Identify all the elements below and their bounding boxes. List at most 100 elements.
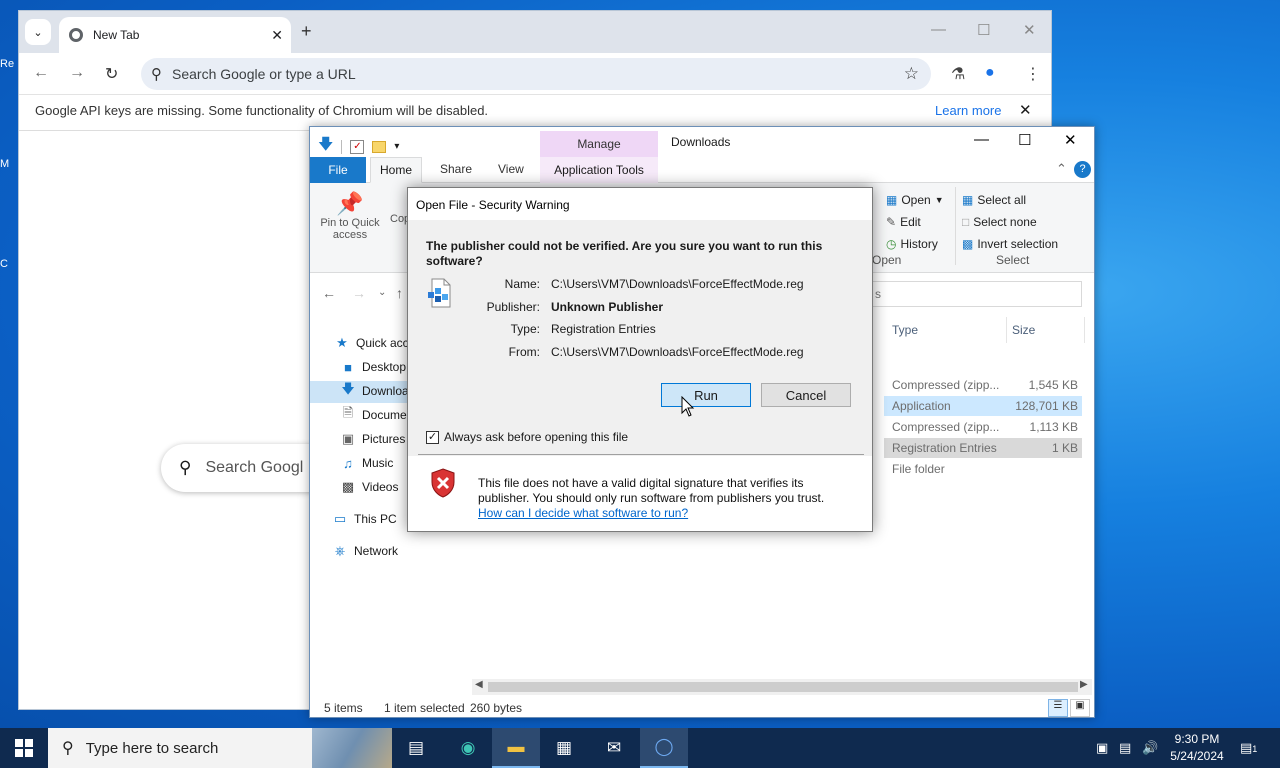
task-view-icon[interactable]: ▤ [392,728,440,768]
search-downloads-input[interactable]: s [870,281,1082,307]
bookmark-star-icon[interactable]: ☆ [904,64,919,84]
help-icon[interactable]: ? [1074,161,1091,178]
large-icons-view-icon[interactable]: ▣ [1070,699,1090,717]
pin-to-quick-access-button[interactable]: 📌 Pin to Quick access [318,191,382,241]
close-infobar-icon[interactable]: ✕ [1019,101,1032,119]
close-icon[interactable]: ✕ [1023,21,1036,39]
back-icon[interactable]: ← [322,285,336,301]
back-icon[interactable]: ← [33,64,49,82]
recent-locations-icon[interactable]: ⌄ [378,287,386,298]
desktop-icon-label[interactable]: Re [0,58,18,88]
volume-icon[interactable]: 🔊 [1142,740,1158,756]
column-divider[interactable] [1084,317,1085,343]
nav-this-pc[interactable]: ▭ This PC [332,508,397,530]
store-icon[interactable]: ▦ [540,728,588,768]
new-tab-button[interactable]: + [301,21,312,42]
file-row[interactable]: Application 128,701 KB [884,396,1082,416]
tab-application-tools[interactable]: Application Tools [540,157,658,183]
tab-search-button[interactable]: ⌄ [25,19,51,45]
tab-view[interactable]: View [498,162,524,176]
column-header-size[interactable]: Size [1012,323,1035,337]
omnibox[interactable]: ⚲ Search Google or type a URL ☆ [141,58,931,90]
cancel-button[interactable]: Cancel [761,383,851,407]
mail-icon[interactable]: ✉ [590,728,638,768]
close-tab-icon[interactable]: ✕ [271,27,283,44]
tab-file[interactable]: File [310,157,366,183]
nav-quick-access[interactable]: ★ Quick acc [334,332,409,354]
nav-downloads[interactable]: 🡇 Downloa [340,380,409,402]
meet-now-icon[interactable]: ▣ [1096,740,1108,756]
help-link[interactable]: How can I decide what software to run? [478,506,688,520]
select-all-icon: ▦ [962,193,974,207]
nav-label: Music [362,456,394,470]
history-button[interactable]: ◷ History [886,237,938,251]
nav-network[interactable]: ⎈ Network [332,540,398,562]
chromium-icon [69,28,83,42]
nav-label: Downloa [362,384,409,398]
nav-music[interactable]: ♫ Music [340,452,393,474]
select-none-button[interactable]: □ Select none [962,215,1037,229]
nav-desktop[interactable]: ■ Desktop [340,356,406,378]
menu-dots-icon[interactable]: ⋮ [1025,64,1041,84]
reload-icon[interactable]: ↻ [105,64,118,84]
column-header-type[interactable]: Type [892,323,918,337]
horizontal-scrollbar[interactable]: ◀ ▶ [472,679,1092,695]
forward-icon[interactable]: → [69,64,85,82]
desktop-icon-label[interactable]: C [0,258,18,288]
run-button[interactable]: Run [661,383,751,407]
desktop-icon-label[interactable]: M [0,158,18,188]
tab-share[interactable]: Share [440,162,472,176]
search-highlight-image [312,728,392,768]
new-folder-icon[interactable] [372,140,387,153]
profile-avatar-icon[interactable]: ● [985,64,995,82]
file-row[interactable]: File folder [884,459,1082,479]
taskbar-search-box[interactable]: ⚲ Type here to search [48,728,392,768]
file-explorer-icon[interactable]: ▬ [492,728,540,768]
maximize-icon[interactable]: ☐ [977,21,990,39]
file-type: Compressed (zipp... [892,420,1000,434]
tab-home[interactable]: Home [370,157,422,183]
manage-tab[interactable]: Manage [540,131,658,157]
edge-icon[interactable]: ◉ [444,728,492,768]
file-row[interactable]: Compressed (zipp... 1,113 KB [884,417,1082,437]
notification-icon[interactable]: ▤1 [1240,740,1257,756]
from-label: From: [508,345,540,359]
minimize-icon[interactable]: — [931,21,946,38]
scroll-left-icon[interactable]: ◀ [475,679,483,690]
labs-flask-icon[interactable]: ⚗ [951,64,965,84]
file-row[interactable]: Registration Entries 1 KB [884,438,1082,458]
open-button[interactable]: ▦ Open ▼ [886,193,944,207]
nav-pictures[interactable]: ▣ Pictures [340,428,406,450]
details-view-icon[interactable]: ☰ [1048,699,1068,717]
scroll-right-icon[interactable]: ▶ [1080,679,1088,690]
scrollbar-thumb[interactable] [488,682,1078,692]
chromium-icon[interactable]: ◯ [640,728,688,768]
column-divider[interactable] [1006,317,1007,343]
close-icon[interactable]: ✕ [1064,131,1077,149]
down-arrow-icon[interactable]: 🡇 [318,134,333,159]
collapse-ribbon-icon[interactable]: ⌃ [1056,161,1067,177]
network-icon[interactable]: ▤ [1119,740,1131,756]
open-icon: ▦ [886,193,898,207]
nav-documents[interactable]: 🗎 Docume [340,404,407,426]
select-all-button[interactable]: ▦ Select all [962,193,1026,207]
customize-qat-icon[interactable]: ▾ [394,141,399,152]
invert-selection-button[interactable]: ▩ Invert selection [962,237,1058,251]
always-ask-checkbox[interactable]: ✓ [426,430,439,444]
nav-videos[interactable]: ▩ Videos [340,476,399,498]
tab-new-tab[interactable]: New Tab ✕ [59,17,291,53]
minimize-icon[interactable]: — [974,131,989,148]
forward-icon[interactable]: → [352,285,366,301]
properties-icon[interactable]: ✓ [350,139,365,154]
chevron-down-icon: ▼ [934,195,944,205]
clock[interactable]: 9:30 PM 5/24/2024 [1162,731,1232,765]
learn-more-link[interactable]: Learn more [935,103,1001,118]
start-button[interactable] [0,728,48,768]
up-icon[interactable]: ↑ [396,285,403,301]
edit-button[interactable]: ✎ Edit [886,215,921,229]
search-icon: ⚲ [179,458,192,477]
file-row[interactable]: Compressed (zipp... 1,545 KB [884,375,1082,395]
maximize-icon[interactable]: ☐ [1018,131,1031,149]
always-ask-checkbox-row[interactable]: ✓ Always ask before opening this file [426,430,628,444]
open-group-label: Open [872,253,902,267]
